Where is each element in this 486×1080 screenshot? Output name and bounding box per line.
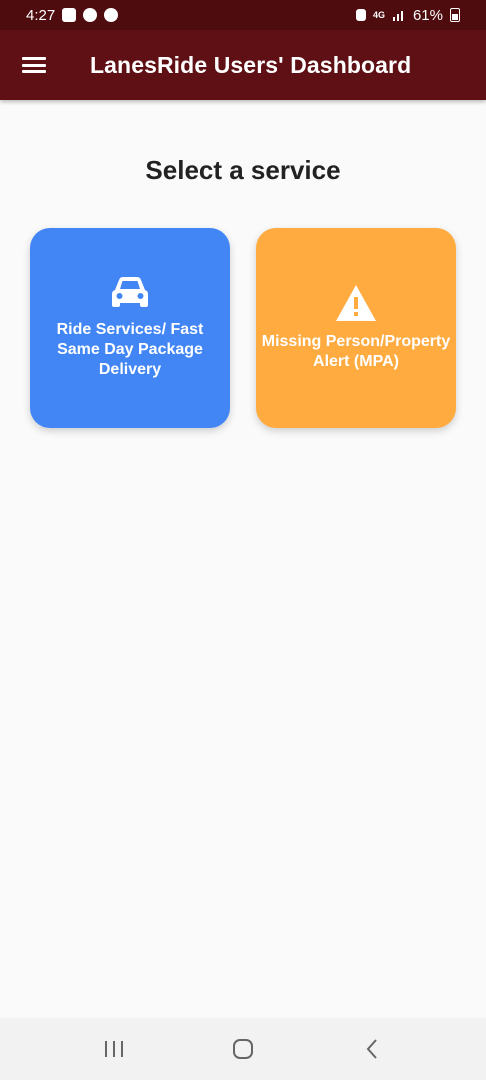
page-title: Select a service	[145, 155, 341, 185]
app-title: LanesRide Users' Dashboard	[90, 51, 412, 78]
call-notification-icon	[104, 8, 119, 22]
missing-person-alert-card[interactable]: Missing Person/Property Alert (MPA)	[256, 228, 456, 428]
status-bar-right: 4G 61%	[355, 6, 460, 24]
status-bar: 4:27 4G 61%	[0, 0, 486, 30]
home-button[interactable]	[223, 1029, 263, 1069]
status-time: 4:27	[26, 6, 56, 24]
message-notification-icon	[83, 8, 98, 22]
menu-button[interactable]	[22, 53, 58, 77]
recent-apps-icon	[105, 1041, 124, 1057]
system-nav-bar	[0, 1018, 486, 1080]
car-icon	[112, 277, 148, 307]
battery-percent: 61%	[412, 6, 443, 24]
network-type: 4G	[372, 10, 385, 20]
battery-icon	[450, 8, 460, 22]
missing-person-alert-label: Missing Person/Property Alert (MPA)	[261, 333, 451, 370]
ride-services-label: Ride Services/ Fast Same Day Package Del…	[56, 321, 204, 378]
back-button[interactable]	[352, 1029, 392, 1069]
recent-apps-button[interactable]	[94, 1029, 134, 1069]
menu-icon-line	[22, 63, 46, 67]
app-bar: LanesRide Users' Dashboard	[0, 30, 486, 100]
alarm-icon	[355, 9, 366, 21]
menu-icon	[22, 57, 46, 60]
status-bar-left: 4:27	[26, 6, 119, 24]
warning-icon	[336, 285, 376, 321]
ride-services-card[interactable]: Ride Services/ Fast Same Day Package Del…	[30, 228, 230, 428]
signal-icon	[392, 11, 403, 21]
menu-icon-line	[22, 70, 46, 73]
home-icon	[232, 1039, 253, 1059]
gallery-notification-icon	[62, 8, 77, 22]
back-icon	[366, 1039, 377, 1059]
